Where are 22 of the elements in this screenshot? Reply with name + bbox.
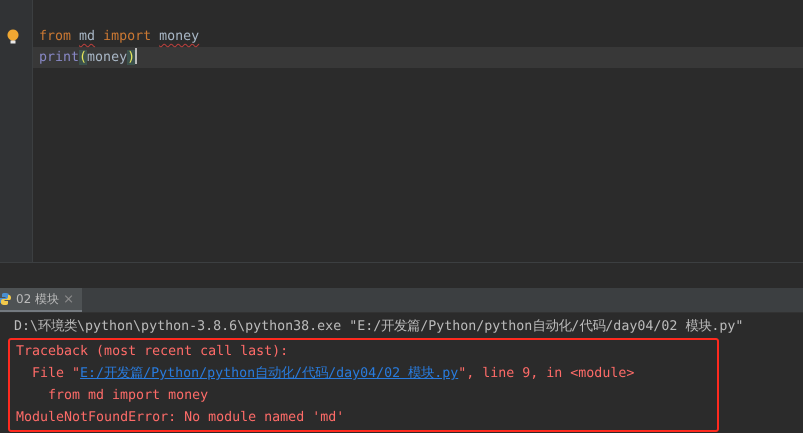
console-text: D:\环境类\python\python-3.8.6\python38.exe "E:/开发篇/Python/python自动化/代码/day04/02 模块.py": [14, 319, 744, 334]
console-text: ModuleNotFoundError: No module named 'md': [16, 410, 344, 425]
code-token: print: [39, 50, 80, 65]
console-text: File ": [32, 366, 80, 381]
run-tab[interactable]: 02 模块 ×: [0, 288, 82, 312]
code-token: md: [79, 29, 96, 44]
lightbulb-icon[interactable]: [7, 29, 19, 45]
code-token: import: [103, 29, 152, 44]
code-token: money: [159, 29, 200, 44]
code-token: from: [39, 29, 72, 44]
console-text: Traceback (most recent call last):: [16, 344, 288, 359]
file-link[interactable]: E:/开发篇/Python/python自动化/代码/day04/02 模块.py: [80, 366, 458, 381]
code-token: (: [79, 50, 88, 65]
tab-label: 02 模块: [16, 290, 60, 308]
console-text: ", line 9, in <module>: [458, 366, 634, 381]
text-cursor: [135, 48, 138, 64]
close-icon[interactable]: ×: [63, 292, 74, 306]
python-icon: [0, 292, 12, 306]
code-editor[interactable]: from md import money print(money): [33, 0, 803, 262]
code-token: ): [127, 50, 136, 65]
console-text: from md import money: [48, 388, 208, 403]
code-token: money: [87, 50, 128, 65]
